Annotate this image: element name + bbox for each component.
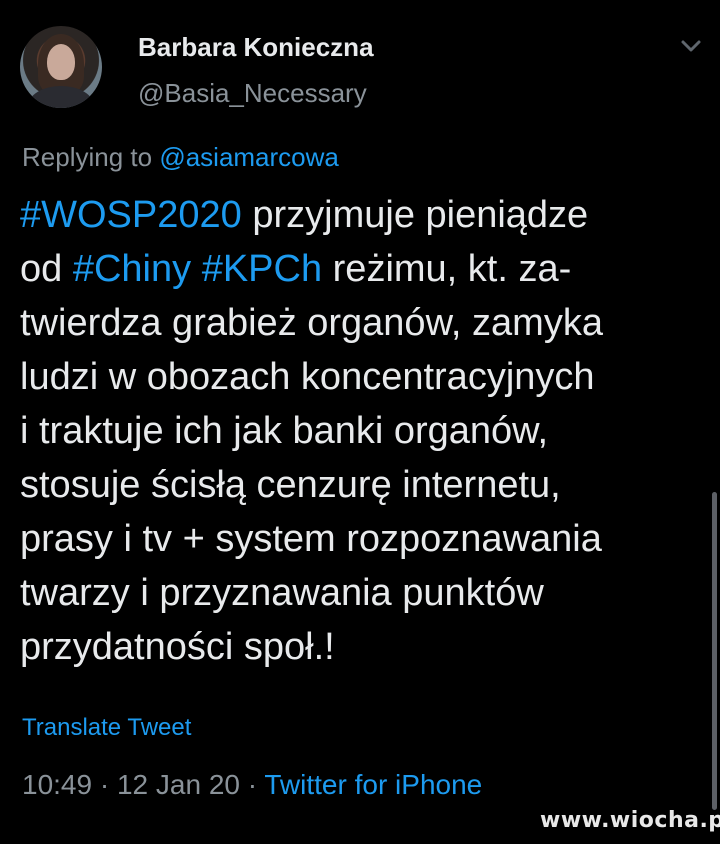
tweet-text-line: #WOSP2020 przyjmuje pieniądze: [20, 188, 700, 242]
tweet-text-segment: prasy i tv + system rozpoznawania: [20, 518, 602, 560]
author-name[interactable]: Barbara Konieczna: [138, 32, 374, 63]
tweet-text-line: ludzi w obozach koncentracyjnych: [20, 350, 700, 404]
translate-tweet-link[interactable]: Translate Tweet: [22, 714, 191, 742]
tweet-date: 12 Jan 20: [116, 769, 240, 800]
tweet-text-segment: od: [20, 248, 73, 290]
chevron-down-icon[interactable]: [680, 38, 702, 54]
tweet-text-line: stosuje ścisłą cenzurę internetu,: [20, 458, 700, 512]
tweet-text-line: twarzy i przyznawania punktów: [20, 566, 700, 620]
hashtag-link[interactable]: #WOSP2020: [20, 194, 242, 236]
hashtag-link[interactable]: #Chiny: [73, 248, 191, 290]
tweet-text-line: przydatności społ.!: [20, 620, 700, 674]
watermark: www.wiocha.pl: [540, 808, 720, 833]
tweet-text-line: prasy i tv + system rozpoznawania: [20, 512, 700, 566]
tweet-text-segment: stosuje ścisłą cenzurę internetu,: [20, 464, 561, 506]
avatar-shoulders: [28, 86, 94, 108]
tweet-text-segment: twarzy i przyznawania punktów: [20, 572, 544, 614]
hashtag-link[interactable]: #KPCh: [202, 248, 322, 290]
meta-separator: ·: [92, 769, 117, 800]
tweet-text-line: i traktuje ich jak banki organów,: [20, 404, 700, 458]
replying-to-label: Replying to: [22, 142, 153, 172]
reply-mention-link[interactable]: @asiamarcowa: [159, 142, 339, 172]
avatar[interactable]: [20, 26, 102, 108]
tweet-time: 10:49: [22, 769, 93, 800]
tweet-text-segment: przyjmuje pieniądze: [241, 194, 589, 236]
tweet-source-link[interactable]: Twitter for iPhone: [264, 769, 482, 800]
replying-to: Replying to @asiamarcowa: [22, 142, 339, 173]
scrollbar[interactable]: [712, 492, 717, 810]
tweet-text-segment: przydatności społ.!: [20, 626, 335, 668]
tweet-text-segment: i traktuje ich jak banki organów,: [20, 410, 549, 452]
avatar-face: [47, 44, 75, 80]
tweet-text-segment: reżimu, kt. za-: [322, 248, 572, 290]
author-handle[interactable]: @Basia_Necessary: [138, 78, 367, 109]
tweet-text-line: od #Chiny #KPCh reżimu, kt. za-: [20, 242, 700, 296]
tweet-text-segment: twierdza grabież organów, zamyka: [20, 302, 603, 344]
tweet-meta: 10:49 · 12 Jan 20 · Twitter for iPhone: [22, 769, 482, 801]
tweet-text-segment: [191, 248, 202, 290]
tweet-text: #WOSP2020 przyjmuje pieniądze od #Chiny #…: [20, 188, 700, 674]
meta-separator: ·: [239, 769, 265, 800]
tweet-text-line: twierdza grabież organów, zamyka: [20, 296, 700, 350]
tweet-text-segment: ludzi w obozach koncentracyjnych: [20, 356, 595, 398]
